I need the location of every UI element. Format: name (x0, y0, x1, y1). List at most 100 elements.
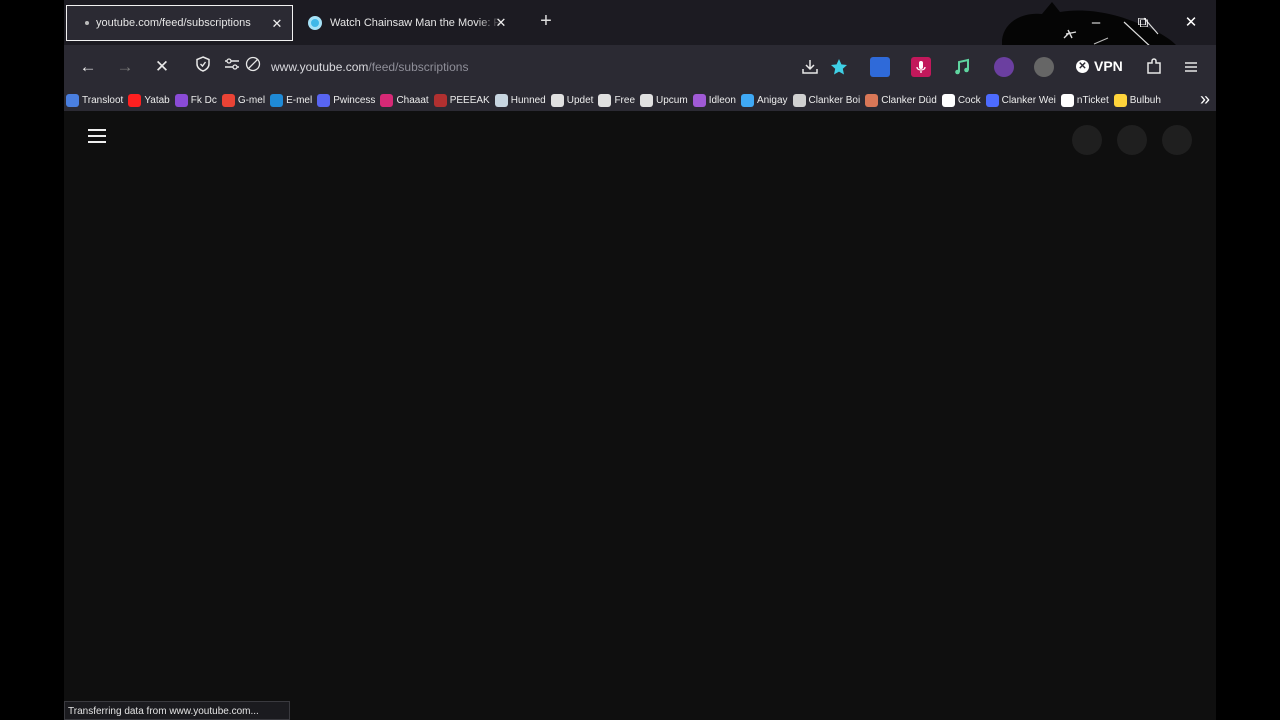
bookmark-label: Anigay (756, 94, 788, 106)
extensions-puzzle-icon[interactable] (1144, 57, 1164, 77)
bookmark-favicon-icon (174, 93, 188, 107)
bookmarks-overflow-icon[interactable]: » (1191, 89, 1210, 111)
bookmark-star-icon[interactable] (829, 57, 849, 77)
vpn-off-icon: ✕ (1076, 59, 1089, 73)
bookmark-label: Updet (566, 94, 594, 106)
tab-title: Watch Chainsaw Man the Movie: Reze (330, 17, 502, 29)
bookmark-label: Bulbuh (1129, 94, 1161, 106)
bookmark-label: Upcum (656, 94, 688, 106)
bookmark-item[interactable]: Cock (941, 93, 981, 107)
bookmark-label: Hunned (510, 94, 546, 106)
bookmark-label: Idleon (708, 94, 736, 106)
bookmark-favicon-icon (221, 93, 235, 107)
bookmark-favicon-icon (550, 93, 564, 107)
bookmark-label: Free (614, 94, 635, 106)
music-extension-icon[interactable] (952, 57, 972, 77)
bookmark-favicon-icon (865, 93, 879, 107)
youtube-page-content (64, 111, 1216, 701)
bookmark-label: Pwincess (333, 94, 376, 106)
tab-youtube-subscriptions[interactable]: youtube.com/feed/subscriptions ✕ (66, 5, 293, 41)
bookmark-label: Chaaat (396, 94, 429, 106)
bookmark-item[interactable]: Fk Dc (174, 93, 217, 107)
bookmark-item[interactable]: Idleon (692, 93, 736, 107)
menu-icon[interactable] (1181, 57, 1201, 77)
window-close-icon[interactable]: ✕ (1181, 13, 1201, 33)
bookmark-item[interactable]: Transloot (66, 93, 124, 107)
forward-arrow-icon[interactable]: → (114, 56, 136, 78)
status-panel: Transferring data from www.youtube.com..… (64, 701, 290, 720)
bookmark-label: Clanker Düd (881, 94, 937, 106)
color-picker-extension-icon[interactable] (994, 57, 1014, 77)
browser-window: youtube.com/feed/subscriptions ✕ Watch C… (64, 0, 1216, 720)
bookmark-label: Fk Dc (190, 94, 217, 106)
address-bar[interactable]: www.youtube.com/feed/subscriptions (271, 60, 468, 74)
bookmark-label: G-mel (237, 94, 266, 106)
bookmark-favicon-icon (598, 93, 612, 107)
bookmark-favicon-icon (433, 93, 447, 107)
glasses-extension-icon[interactable] (1034, 57, 1054, 77)
bookmark-item[interactable]: Hunned (494, 93, 546, 107)
url-host: www.youtube.com (271, 60, 369, 74)
bookmark-item[interactable]: E-mel (270, 93, 313, 107)
placeholder-circle (1117, 125, 1147, 155)
bookmark-favicon-icon (1113, 93, 1127, 107)
bookmark-label: PEEEAK (449, 94, 490, 106)
tab-chainsaw-man[interactable]: Watch Chainsaw Man the Movie: Reze ✕ (302, 5, 516, 41)
bookmark-favicon-icon (1060, 93, 1074, 107)
bookmark-item[interactable]: Yatab (128, 93, 170, 107)
close-tab-icon[interactable]: ✕ (494, 15, 508, 31)
back-arrow-icon[interactable]: ← (77, 56, 99, 78)
tab-strip: youtube.com/feed/subscriptions ✕ Watch C… (64, 0, 1216, 70)
bookmark-label: Clanker Wei (1001, 94, 1056, 106)
bookmark-item[interactable]: G-mel (221, 93, 266, 107)
bookmark-item[interactable]: Anigay (740, 93, 788, 107)
restore-icon[interactable]: ⧉ (1133, 13, 1153, 33)
url-path: /feed/subscriptions (368, 60, 469, 74)
bookmark-label: nTicket (1076, 94, 1109, 106)
bookmark-item[interactable]: Pwincess (317, 93, 376, 107)
translate-extension-icon[interactable] (870, 57, 890, 77)
tab-title: youtube.com/feed/subscriptions (96, 17, 251, 29)
bookmark-label: Yatab (144, 94, 170, 106)
site-favicon-icon (308, 16, 322, 30)
bookmark-label: E-mel (286, 94, 313, 106)
bookmark-item[interactable]: Free (598, 93, 635, 107)
bookmark-favicon-icon (740, 93, 754, 107)
close-tab-icon[interactable]: ✕ (270, 16, 284, 32)
bookmark-label: Transloot (82, 94, 124, 106)
bookmark-item[interactable]: Chaaat (380, 93, 429, 107)
bookmark-favicon-icon (380, 93, 394, 107)
bookmark-item[interactable]: Bulbuh (1113, 93, 1161, 107)
stop-loading-icon[interactable]: ✕ (151, 56, 173, 78)
bookmark-favicon-icon (128, 93, 142, 107)
bookmark-item[interactable]: Upcum (640, 93, 688, 107)
microphone-extension-icon[interactable] (911, 57, 931, 77)
tracking-blocked-icon[interactable] (242, 56, 264, 78)
placeholder-circle (1162, 125, 1192, 155)
bookmark-favicon-icon (270, 93, 284, 107)
bookmark-item[interactable]: Clanker Düd (865, 93, 937, 107)
bookmark-favicon-icon (985, 93, 999, 107)
bookmark-label: Clanker Boi (808, 94, 861, 106)
placeholder-circle (1072, 125, 1102, 155)
bookmark-item[interactable]: Clanker Boi (792, 93, 861, 107)
bookmark-item[interactable]: PEEEAK (433, 93, 490, 107)
vpn-button[interactable]: ✕ VPN (1076, 58, 1123, 74)
bookmark-item[interactable]: Clanker Wei (985, 93, 1056, 107)
shield-icon[interactable] (192, 56, 214, 78)
bookmarks-toolbar: Transloot Yatab Fk Dc G-mel E-mel Pwincess Cha… (64, 89, 1216, 111)
download-icon[interactable] (800, 57, 820, 77)
bookmark-favicon-icon (692, 93, 706, 107)
navigation-toolbar: ← → ✕ www.youtube.com/feed/subscriptions (64, 45, 1216, 89)
bookmark-label: Cock (957, 94, 981, 106)
bookmark-favicon-icon (640, 93, 653, 107)
bookmark-favicon-icon (792, 93, 806, 107)
bookmark-item[interactable]: nTicket (1060, 93, 1109, 107)
permissions-icon[interactable] (221, 56, 243, 78)
bookmark-favicon-icon (317, 93, 331, 107)
bookmark-favicon-icon (941, 93, 955, 107)
minimize-icon[interactable]: – (1086, 13, 1106, 33)
new-tab-button[interactable]: + (536, 11, 556, 31)
guide-menu-icon[interactable] (88, 129, 106, 143)
bookmark-item[interactable]: Updet (550, 93, 594, 107)
